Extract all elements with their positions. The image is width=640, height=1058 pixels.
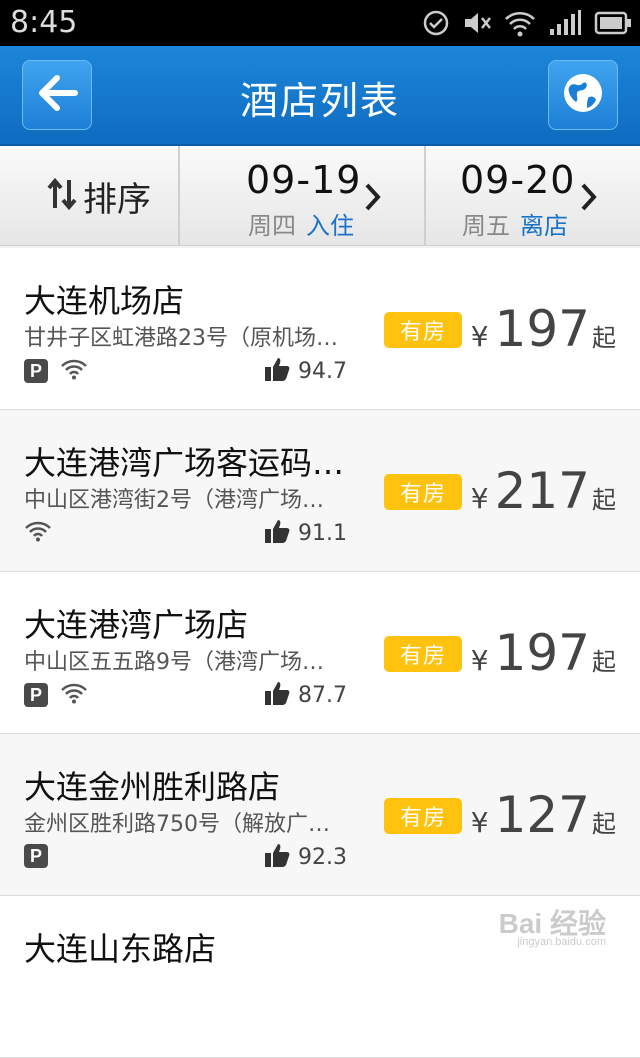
checkin-sub: 周四入住	[248, 206, 354, 241]
hotel-list-item[interactable]: 大连港湾广场店 中山区五五路9号（港湾广场… P 87.7 有房 ¥ 197 起	[0, 572, 640, 734]
signal-icon	[548, 9, 582, 37]
hotel-amenities: P	[24, 682, 88, 708]
hotel-score: 87.7	[298, 683, 347, 708]
hotel-address: 中山区港湾街2号（港湾广场…	[24, 482, 324, 514]
hotel-score: 91.1	[298, 521, 347, 546]
thumbs-up-icon	[264, 842, 290, 872]
globe-icon	[561, 71, 605, 119]
price-currency: ¥	[471, 644, 489, 677]
availability-badge: 有房	[384, 798, 462, 834]
hotel-list-item[interactable]: 大连金州胜利路店 金州区胜利路750号（解放广… P 92.3 有房 ¥ 127…	[0, 734, 640, 896]
status-icons	[422, 6, 632, 40]
sort-arrows-icon	[47, 176, 77, 216]
price-suffix: 起	[592, 318, 616, 353]
hotel-price: ¥ 197 起	[471, 300, 616, 358]
hotel-name: 大连山东路店	[24, 924, 216, 970]
thumbs-up-icon	[264, 680, 290, 710]
parking-icon: P	[24, 359, 48, 383]
availability-badge: 有房	[384, 636, 462, 672]
hotel-address: 甘井子区虹港路23号（原机场…	[24, 320, 338, 352]
price-value: 197	[495, 624, 590, 682]
hotel-price: ¥ 217 起	[471, 462, 616, 520]
checkout-weekday: 周五	[462, 212, 510, 240]
price-currency: ¥	[471, 482, 489, 515]
wifi-icon	[24, 520, 52, 546]
hotel-name: 大连港湾广场客运码…	[24, 438, 344, 484]
watermark-sub: jingyan.baidu.com	[517, 936, 606, 948]
checkin-weekday: 周四	[248, 212, 296, 240]
title-bar: 酒店列表	[0, 46, 640, 146]
hotel-price: ¥ 197 起	[471, 624, 616, 682]
sort-label: 排序	[83, 172, 151, 221]
hotel-list-item[interactable]: 大连港湾广场客运码… 中山区港湾街2号（港湾广场… 91.1 有房 ¥ 217 …	[0, 410, 640, 572]
wifi-icon	[504, 9, 536, 37]
availability-badge: 有房	[384, 474, 462, 510]
page-title: 酒店列表	[0, 70, 640, 125]
hotel-rating: 92.3	[264, 842, 347, 872]
battery-icon	[594, 10, 632, 36]
hotel-name: 大连金州胜利路店	[24, 762, 280, 808]
availability-badge: 有房	[384, 312, 462, 348]
hotel-amenities: P	[24, 844, 48, 868]
thumbs-up-icon	[264, 518, 290, 548]
parking-icon: P	[24, 844, 48, 868]
hotel-address: 中山区五五路9号（港湾广场…	[24, 644, 324, 676]
price-value: 197	[495, 300, 590, 358]
hotel-amenities: P	[24, 358, 88, 384]
hotel-score: 92.3	[298, 845, 347, 870]
hotel-score: 94.7	[298, 359, 347, 384]
hotel-name: 大连港湾广场店	[24, 600, 248, 646]
hotel-amenities	[24, 520, 52, 546]
price-value: 217	[495, 462, 590, 520]
price-currency: ¥	[471, 320, 489, 353]
checkout-sub: 周五离店	[462, 206, 568, 241]
parking-icon: P	[24, 683, 48, 707]
watermark-text: Bai 经验	[499, 908, 606, 939]
hotel-address: 金州区胜利路750号（解放广…	[24, 806, 330, 838]
map-button[interactable]	[548, 60, 618, 130]
thumbs-up-icon	[264, 356, 290, 386]
hotel-rating: 87.7	[264, 680, 347, 710]
checkout-label: 离店	[520, 212, 568, 240]
wifi-icon	[60, 358, 88, 384]
price-value: 127	[495, 786, 590, 844]
hotel-rating: 94.7	[264, 356, 347, 386]
watermark-logo: Bai 经验 jingyan.baidu.com	[499, 902, 606, 942]
mute-icon	[462, 9, 492, 37]
hotel-name: 大连机场店	[24, 276, 184, 322]
wifi-icon	[60, 682, 88, 708]
price-suffix: 起	[592, 804, 616, 839]
hotel-list-item[interactable]: 大连机场店 甘井子区虹港路23号（原机场… P 94.7 有房 ¥ 197 起	[0, 248, 640, 410]
chevron-right-icon	[580, 182, 598, 216]
status-bar: 8:45	[0, 0, 640, 46]
checkin-label: 入住	[306, 212, 354, 240]
checkin-date-button[interactable]: 09-19 周四入住	[180, 146, 426, 246]
check-circle-icon	[422, 9, 450, 37]
hotel-rating: 91.1	[264, 518, 347, 548]
price-suffix: 起	[592, 642, 616, 677]
price-currency: ¥	[471, 806, 489, 839]
price-suffix: 起	[592, 480, 616, 515]
chevron-right-icon	[364, 182, 382, 216]
checkout-date-button[interactable]: 09-20 周五离店	[426, 146, 640, 246]
filter-bar: 排序 09-19 周四入住 09-20 周五离店	[0, 146, 640, 246]
status-time: 8:45	[10, 5, 77, 40]
checkin-date: 09-19	[246, 158, 361, 202]
sort-button[interactable]: 排序	[0, 146, 180, 246]
checkout-date: 09-20	[460, 158, 575, 202]
hotel-price: ¥ 127 起	[471, 786, 616, 844]
